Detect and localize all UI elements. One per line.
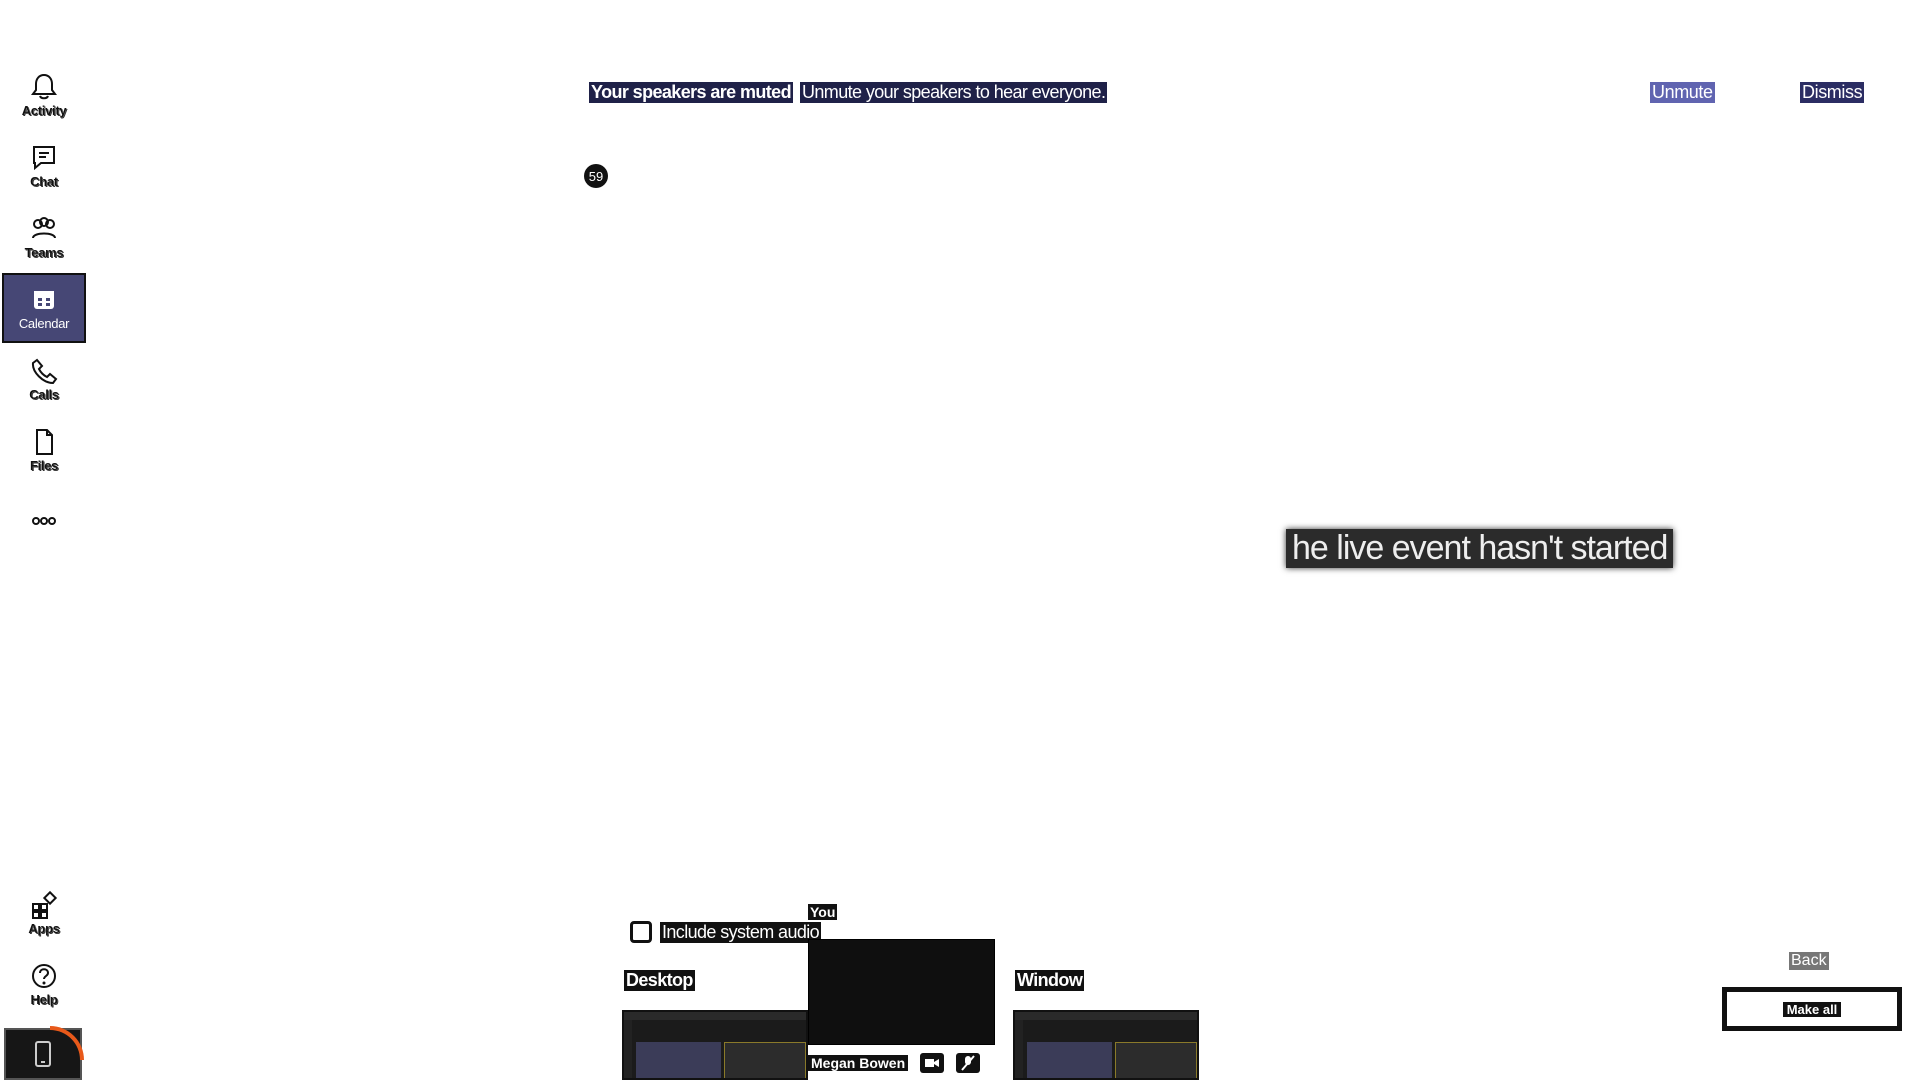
rail-item-label: Teams [24, 245, 64, 260]
mic-off-icon[interactable] [956, 1053, 981, 1073]
unmute-button[interactable]: Unmute [1650, 82, 1715, 103]
banner-message: Unmute your speakers to hear everyone. [800, 82, 1108, 103]
make-all-label: Make all [1782, 1001, 1842, 1017]
countdown-badge: 59 [584, 164, 608, 188]
self-video-preview [808, 939, 995, 1045]
rail-item-label: Chat [30, 174, 58, 189]
rail-item-mobile[interactable] [4, 1026, 84, 1080]
camera-icon[interactable] [920, 1053, 945, 1073]
rail-item-label: Apps [28, 921, 60, 936]
desktop-section-label: Desktop [624, 970, 695, 991]
rail-item-activity[interactable]: Activity [2, 60, 86, 130]
rail-item-teams[interactable]: Teams [2, 202, 86, 272]
rail-item-calls[interactable]: Calls [2, 344, 86, 414]
app-rail: Activity Chat Teams Calendar Calls Files… [0, 0, 88, 1080]
window-share-thumbnail[interactable] [1013, 1010, 1199, 1080]
rail-item-apps[interactable]: Apps [2, 878, 86, 948]
window-section-label: Window [1015, 970, 1085, 991]
presenter-name: Megan Bowen [808, 1055, 909, 1071]
rail-item-more[interactable] [2, 486, 86, 556]
rail-item-calendar[interactable]: Calendar [2, 273, 86, 343]
include-audio-label: Include system audio [660, 921, 822, 943]
rail-item-label: Calendar [18, 316, 70, 331]
chat-icon [33, 146, 55, 171]
teams-icon [32, 217, 56, 239]
back-button[interactable]: Back [1789, 952, 1829, 970]
more-icon [32, 517, 56, 525]
bell-icon [31, 73, 57, 100]
desktop-share-thumbnail[interactable] [622, 1010, 808, 1080]
dismiss-button[interactable]: Dismiss [1800, 82, 1865, 103]
help-icon [32, 964, 56, 988]
rail-item-help[interactable]: Help [2, 949, 86, 1019]
rail-item-label: Files [29, 458, 59, 473]
rail-item-files[interactable]: Files [2, 415, 86, 485]
rail-item-label: Activity [21, 103, 67, 118]
rail-item-label: Help [30, 992, 58, 1007]
apps-icon [32, 890, 58, 919]
file-icon [36, 429, 53, 455]
phone-icon [31, 358, 58, 385]
calendar-icon [34, 291, 54, 309]
include-audio-checkbox[interactable] [630, 921, 652, 943]
include-system-audio[interactable]: Include system audio [630, 921, 822, 943]
make-all-button[interactable]: Make all [1722, 987, 1902, 1031]
rail-item-label: Calls [29, 387, 59, 402]
banner-title: Your speakers are muted [589, 82, 793, 103]
rail-item-chat[interactable]: Chat [2, 131, 86, 201]
notification-corner [50, 1026, 84, 1060]
presenter-bar: Megan Bowen [808, 1052, 981, 1074]
event-status-text: he live event hasn't started [1286, 529, 1674, 568]
self-label: You [808, 904, 838, 920]
